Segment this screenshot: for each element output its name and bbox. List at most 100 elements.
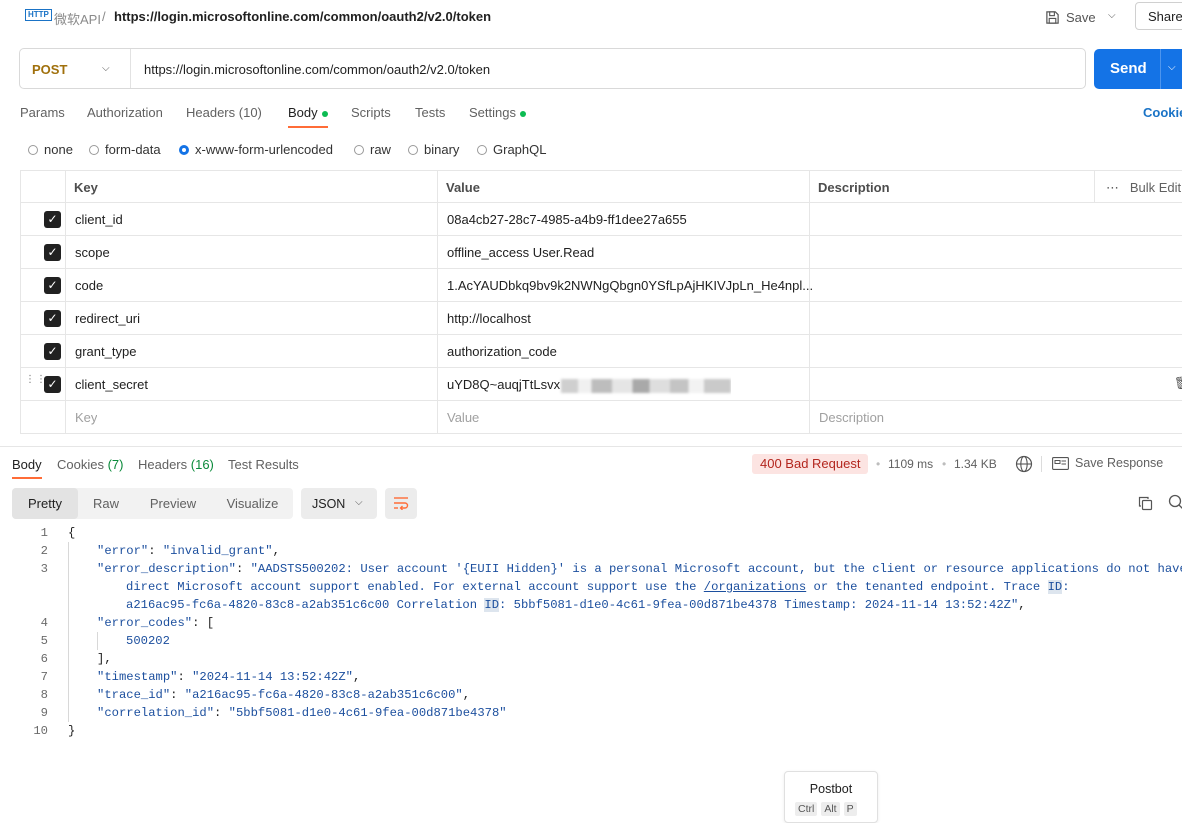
row-checkbox[interactable]: ✓ xyxy=(44,343,61,360)
search-icon[interactable] xyxy=(1168,494,1182,510)
chevron-down-icon[interactable]: ⌵ xyxy=(102,63,110,74)
radio-form-data[interactable]: form-data xyxy=(89,142,161,157)
save-button[interactable]: Save xyxy=(1045,4,1096,30)
code-line: 1{ xyxy=(0,524,1182,542)
bulk-edit-button[interactable]: ⋯ Bulk Edit xyxy=(1106,171,1181,204)
code-line: 2 "error": "invalid_grant", xyxy=(0,542,1182,560)
radio-binary[interactable]: binary xyxy=(408,142,459,157)
param-value-visible: uYD8Q~auqjTtLsvx xyxy=(447,377,561,392)
status-badge[interactable]: 400 Bad Request xyxy=(752,454,869,474)
radio-label: binary xyxy=(424,142,460,157)
trash-icon[interactable]: 🗑 xyxy=(1174,376,1182,390)
view-raw[interactable]: Raw xyxy=(78,488,134,519)
tab-headers[interactable]: Headers (10) xyxy=(186,105,262,120)
param-value[interactable]: 08a4cb27-28c7-4985-a4b9-ff1dee27a655 xyxy=(447,203,687,236)
param-value[interactable]: authorization_code xyxy=(447,335,557,368)
table-header-row: Key Value Description ⋯ Bulk Edit xyxy=(20,170,1182,203)
share-button[interactable]: Share xyxy=(1135,2,1182,30)
row-checkbox[interactable]: ✓ xyxy=(44,277,61,294)
param-key[interactable]: redirect_uri xyxy=(75,302,140,335)
response-tab-body[interactable]: Body xyxy=(12,457,42,472)
radio-raw[interactable]: raw xyxy=(354,142,391,157)
tab-scripts[interactable]: Scripts xyxy=(351,105,391,120)
param-value[interactable]: http://localhost xyxy=(447,302,531,335)
chevron-down-icon[interactable]: ⌵ xyxy=(1108,10,1116,21)
globe-icon[interactable] xyxy=(1015,455,1033,473)
tab-headers-count: (10) xyxy=(238,105,262,120)
more-icon: ⋯ xyxy=(1106,180,1119,195)
line-number: 6 xyxy=(40,652,48,666)
radio-circle xyxy=(89,144,99,155)
param-key[interactable]: client_secret xyxy=(75,368,148,401)
radio-label: raw xyxy=(370,142,391,157)
new-description-input[interactable]: Description xyxy=(819,401,884,434)
table-row-empty: Key Value Description xyxy=(20,401,1182,434)
view-pretty[interactable]: Pretty xyxy=(12,488,78,519)
line-number: 9 xyxy=(40,706,48,720)
radio-graphql[interactable]: GraphQL xyxy=(477,142,546,157)
line-number: 5 xyxy=(40,634,48,648)
save-response-label: Save Response xyxy=(1075,456,1164,470)
view-visualize[interactable]: Visualize xyxy=(212,488,293,519)
http-icon: HTTP xyxy=(25,9,52,21)
param-value[interactable]: 1.AcYAUDbkq9bv9k2NWNgQbgn0YSfLpAjHKIVJpL… xyxy=(447,269,813,302)
tab-underline xyxy=(12,477,42,479)
breadcrumb-separator: / xyxy=(102,9,106,24)
chevron-down-icon[interactable]: ⌵ xyxy=(1168,62,1176,73)
response-tab-test-results[interactable]: Test Results xyxy=(228,457,299,472)
save-response-icon xyxy=(1052,456,1069,470)
row-checkbox[interactable]: ✓ xyxy=(44,310,61,327)
param-key[interactable]: code xyxy=(75,269,103,302)
cookies-link[interactable]: Cookies xyxy=(1143,105,1182,120)
new-key-input[interactable]: Key xyxy=(75,401,97,434)
param-value[interactable]: offline_access User.Read xyxy=(447,236,594,269)
copy-icon[interactable] xyxy=(1138,496,1153,511)
tab-authorization[interactable]: Authorization xyxy=(87,105,163,120)
response-tab-cookies[interactable]: Cookies (7) xyxy=(57,457,123,472)
table-row: ✓ code 1.AcYAUDbkq9bv9k2NWNgQbgn0YSfLpAj… xyxy=(20,269,1182,302)
param-key[interactable]: scope xyxy=(75,236,110,269)
param-key[interactable]: grant_type xyxy=(75,335,136,368)
radio-x-www-form-urlencoded[interactable]: x-www-form-urlencoded xyxy=(179,142,333,157)
active-indicator-dot xyxy=(519,110,526,117)
view-preview[interactable]: Preview xyxy=(134,488,212,519)
response-tab-headers[interactable]: Headers (16) xyxy=(138,457,214,472)
response-time[interactable]: 1109 ms xyxy=(888,457,933,471)
tab-headers-label: Headers xyxy=(186,105,236,120)
row-checkbox[interactable]: ✓ xyxy=(44,376,61,393)
response-size[interactable]: 1.34 KB xyxy=(954,457,997,471)
url-input[interactable]: https://login.microsoftonline.com/common… xyxy=(144,62,490,77)
postbot-button[interactable]: Postbot Ctrl Alt P xyxy=(784,771,878,823)
save-label: Save xyxy=(1066,9,1096,25)
separator-dot: • xyxy=(942,457,947,471)
redacted-mask xyxy=(561,378,732,393)
tab-params[interactable]: Params xyxy=(20,105,65,120)
row-checkbox[interactable]: ✓ xyxy=(44,244,61,261)
send-button[interactable]: Send ⌵ xyxy=(1094,49,1182,89)
tab-body-label: Body xyxy=(288,105,318,120)
code-line: 3 "error_description": "AADSTS500202: Use… xyxy=(0,560,1182,578)
radio-none[interactable]: none xyxy=(28,142,73,157)
param-value[interactable]: uYD8Q~auqjTtLsvx xyxy=(447,368,732,401)
tab-tests[interactable]: Tests xyxy=(415,105,445,120)
row-checkbox[interactable]: ✓ xyxy=(44,211,61,228)
radio-label: GraphQL xyxy=(493,142,547,157)
tab-body[interactable]: Body xyxy=(288,105,328,120)
radio-label: none xyxy=(44,142,73,157)
format-select[interactable]: JSON ⌵ xyxy=(301,488,377,519)
new-value-input[interactable]: Value xyxy=(447,401,479,434)
breadcrumb-collection[interactable]: 微软API xyxy=(54,9,101,28)
code-line: 4 "error_codes": [ xyxy=(0,614,1182,632)
response-tab-headers-label: Headers xyxy=(138,457,188,472)
method-select[interactable]: POST xyxy=(32,62,67,77)
wrap-lines-button[interactable] xyxy=(385,488,417,519)
tab-settings[interactable]: Settings xyxy=(469,105,526,120)
table-row: ✓ client_id 08a4cb27-28c7-4985-a4b9-ff1d… xyxy=(20,203,1182,236)
request-name[interactable]: https://login.microsoftonline.com/common… xyxy=(114,9,491,24)
tab-settings-label: Settings xyxy=(469,105,516,120)
param-key[interactable]: client_id xyxy=(75,203,123,236)
code-line: 6], xyxy=(0,650,1182,668)
column-header-value: Value xyxy=(446,180,480,195)
code-link: /organizations xyxy=(703,580,807,594)
save-response-button[interactable]: Save Response xyxy=(1052,456,1163,470)
